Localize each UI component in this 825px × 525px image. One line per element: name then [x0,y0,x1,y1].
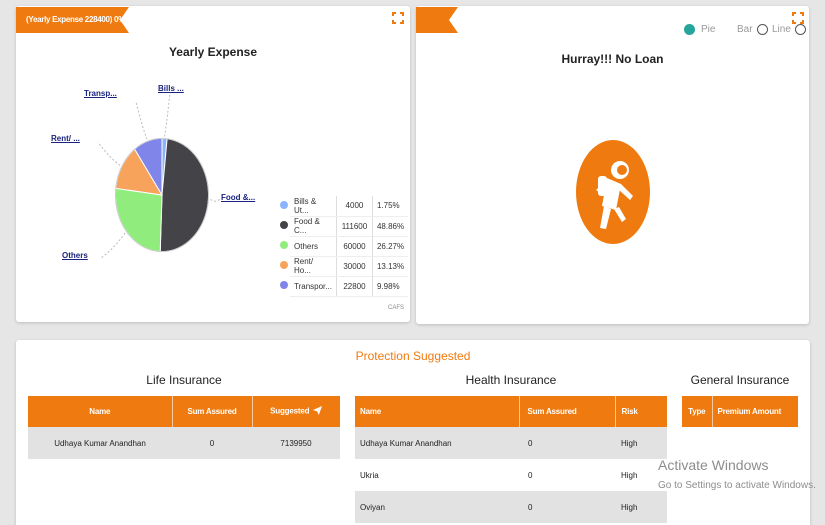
pie-callout-food[interactable]: Food &... [221,193,255,202]
legend-row[interactable]: Food & C... 111600 48.86% [276,216,409,237]
legend-label: Food & C... [290,216,337,237]
protection-card: Protection Suggested Life Insurance Heal… [16,340,810,525]
legend-percent: 48.86% [372,216,409,237]
pie-callout-transport[interactable]: Transp... [84,89,117,98]
legend-percent: 13.13% [372,256,409,277]
life-sum-assured-cell: 0 [172,427,252,459]
health-insurance-title: Health Insurance [465,373,557,387]
column-header-sum-assured[interactable]: Sum Assured [519,396,616,427]
health-risk-cell: High [615,491,667,523]
legend-percent: 9.98% [372,276,409,297]
legend-percent: 1.75% [372,196,409,217]
health-sum-assured-cell: 0 [519,491,615,523]
column-header-name[interactable]: Name [28,396,173,427]
column-header-premium-amount[interactable]: Premium Amount [712,396,798,427]
life-insurance-table: Name Sum Assured Suggested Udhaya Kumar … [28,396,340,459]
pie-slice-others[interactable] [114,187,163,253]
legend-swatch [276,216,290,236]
legend-row[interactable]: Rent/ Ho... 30000 13.13% [276,256,409,277]
no-loan-message: Hurray!!! No Loan [561,52,664,66]
legend-row[interactable]: Transpor... 22800 9.98% [276,276,409,297]
radio-unselected-icon[interactable] [756,24,768,35]
life-insurance-title: Life Insurance [146,373,222,387]
pie-connector-food [210,198,221,202]
legend-label: Transpor... [290,276,337,297]
chart-type-pie-label: Pie [701,24,716,35]
activate-windows-subtitle: Go to Settings to activate Windows. [658,480,816,491]
legend-percent: 26.27% [372,236,409,257]
yearly-expense-card: (Yearly Expense 228400) 0% Yearly Expens… [16,6,410,322]
protection-title: Protection Suggested [355,349,471,363]
pie-callout-bills[interactable]: Bills ... [158,84,184,93]
expense-legend-table: Bills & Ut... 4000 1.75% Food & C... 111600 4… [276,196,409,297]
table-row[interactable]: Udhaya Kumar Anandhan 0 7139950 [28,427,340,459]
column-header-name[interactable]: Name [355,396,520,427]
health-risk-cell: High [615,427,667,459]
legend-swatch [276,236,290,256]
chart-type-line[interactable]: Line [772,24,806,35]
astronaut-icon [576,140,650,244]
legend-row[interactable]: Others 60000 26.27% [276,236,409,257]
loan-card: Pie Bar Line Hurray!!! No Loan [416,6,809,324]
chart-credit: CAFS [387,305,404,311]
chart-type-line-label: Line [772,24,791,35]
chart-type-bar-label: Bar [737,24,753,35]
pie-connector-rent [97,141,121,166]
expand-icon[interactable] [792,12,804,24]
pie-callout-others[interactable]: Others [62,251,88,260]
life-name-cell: Udhaya Kumar Anandhan [28,427,172,459]
legend-row[interactable]: Bills & Ut... 4000 1.75% [276,196,409,217]
legend-value: 30000 [336,256,373,277]
pie-connector-bills [164,91,171,137]
legend-label: Bills & Ut... [290,196,337,217]
table-row[interactable]: Udhaya Kumar Anandhan 0 High [355,427,667,459]
health-insurance-table: Name Sum Assured Risk Udhaya Kumar Anand… [355,396,667,523]
column-header-type[interactable]: Type [682,396,713,427]
table-row[interactable]: Ukria 0 High [355,459,667,491]
health-sum-assured-cell: 0 [528,470,533,480]
health-sum-assured-cell: 0 [519,427,615,459]
legend-value: 22800 [336,276,373,297]
pie-connector-others [100,232,126,259]
activate-windows-title: Activate Windows [658,457,769,473]
life-suggested-cell: 7139950 [252,427,340,459]
chart-type-bar[interactable]: Bar [737,24,768,35]
column-header-suggested-label: Suggested [270,406,310,416]
general-insurance-table: Type Premium Amount [682,396,798,427]
table-row[interactable]: Oviyan 0 High [355,491,667,523]
legend-swatch [276,196,290,216]
legend-label: Rent/ Ho... [290,256,337,277]
radio-selected-icon[interactable] [684,24,695,35]
legend-value: 4000 [336,196,373,217]
column-header-sum-assured[interactable]: Sum Assured [172,396,253,427]
pie-slice-food[interactable] [159,138,210,253]
loan-ribbon [416,7,458,33]
legend-value: 111600 [336,216,373,237]
legend-value: 60000 [336,236,373,257]
general-insurance-title: General Insurance [690,373,790,387]
health-name-cell: Oviyan [355,491,519,523]
pie-connector-transport [135,101,148,140]
pie-callout-rent[interactable]: Rent/ ... [51,134,80,143]
column-header-suggested[interactable]: Suggested [252,396,340,427]
column-header-risk[interactable]: Risk [615,396,667,427]
health-name-cell: Ukria [360,470,379,480]
radio-unselected-icon[interactable] [794,24,806,35]
paper-plane-icon [313,406,323,417]
health-name-cell: Udhaya Kumar Anandhan [355,427,519,459]
chart-type-pie[interactable]: Pie [684,24,715,35]
legend-label: Others [290,236,337,257]
legend-swatch [276,256,290,276]
legend-swatch [276,276,290,296]
